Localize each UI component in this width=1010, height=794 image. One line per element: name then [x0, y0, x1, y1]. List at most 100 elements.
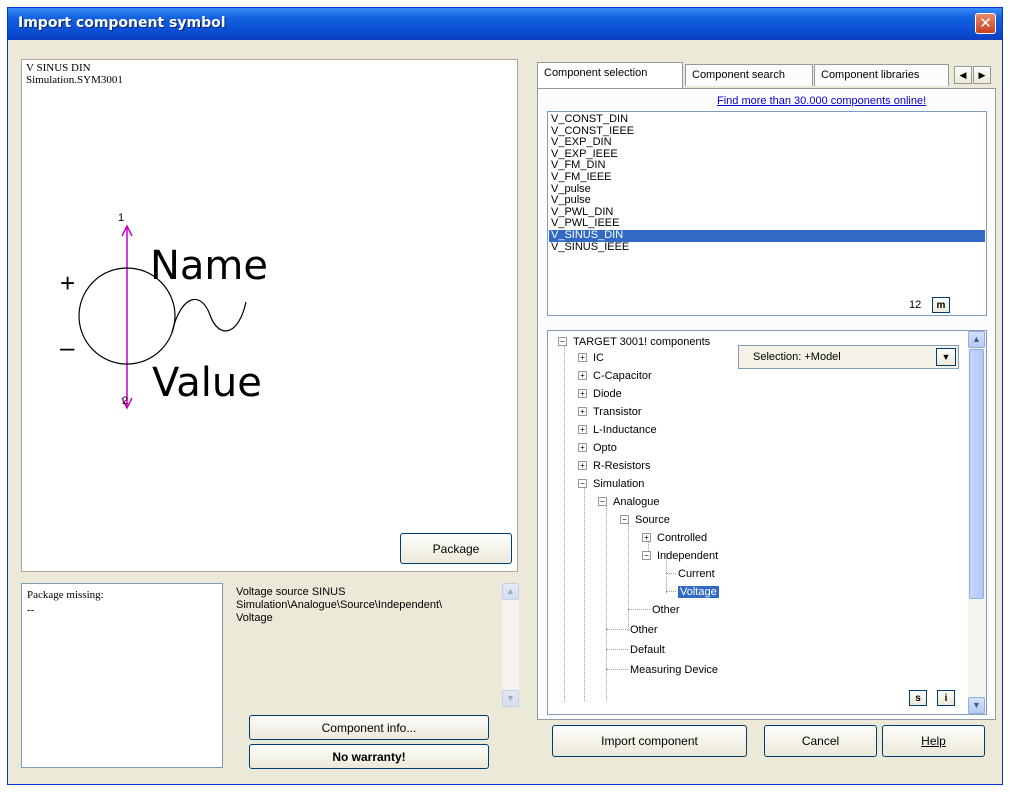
component-list-item[interactable]: V_SINUS_IEEE [549, 241, 985, 254]
tree-node-label: Analogue [613, 496, 660, 508]
component-list-item[interactable]: V_FM_DIN [549, 160, 985, 172]
tree-node[interactable]: Current [678, 567, 715, 581]
expand-icon[interactable]: + [578, 425, 587, 434]
expand-icon[interactable]: + [578, 353, 587, 362]
tree-guide-line [666, 573, 676, 574]
tree-guide-line [628, 517, 629, 631]
close-icon[interactable]: ✕ [975, 13, 996, 34]
tab-scroll-right-icon[interactable]: ▶ [973, 66, 991, 84]
collapse-icon[interactable]: − [642, 551, 651, 560]
selection-combo[interactable]: Selection: +Model ▼ [738, 345, 959, 369]
tree-guide-line [606, 629, 628, 630]
tree-node[interactable]: − Source [620, 513, 670, 527]
tree-node-label: Current [678, 568, 715, 580]
tree-node-label: Diode [593, 388, 622, 400]
collapse-icon[interactable]: − [598, 497, 607, 506]
package-button[interactable]: Package [400, 533, 512, 564]
component-count: 12 [909, 299, 922, 311]
tree-node-label: Controlled [657, 532, 708, 544]
tree-scroll-up-icon[interactable]: ▲ [968, 331, 985, 348]
component-list-item[interactable]: V_CONST_DIN [549, 113, 985, 126]
tree-node[interactable]: Measuring Device [630, 663, 718, 677]
tree-node[interactable]: + Opto [578, 441, 617, 455]
component-list-item[interactable]: V_FM_IEEE [549, 171, 985, 184]
tree-node-label: TARGET 3001! components [573, 336, 711, 348]
scroll-down-icon[interactable]: ▼ [502, 690, 519, 707]
tree-node-label: Default [630, 644, 665, 656]
expand-icon[interactable]: + [578, 461, 587, 470]
combo-dropdown-icon[interactable]: ▼ [936, 348, 956, 366]
tree-node[interactable]: + Transistor [578, 405, 642, 419]
component-list-item[interactable]: V_EXP_IEEE [549, 148, 985, 161]
tree-node[interactable]: + L-Inductance [578, 423, 657, 437]
tree-node-label: Voltage [678, 586, 719, 598]
component-list-item[interactable]: V_pulse [549, 183, 985, 196]
tree-node[interactable]: + R-Resistors [578, 459, 650, 473]
tree-node[interactable]: + Diode [578, 387, 622, 401]
tree-guide-line [666, 591, 676, 592]
tree-node[interactable]: Other [630, 623, 658, 637]
tree-node-label: Independent [657, 550, 719, 562]
tree-node-label: L-Inductance [593, 424, 657, 436]
tree-scrollbar[interactable]: ▲ ▼ [968, 331, 986, 714]
tree-node[interactable]: Voltage [678, 585, 719, 599]
tab-component-libraries[interactable]: Component libraries [814, 64, 949, 86]
tree-node-label: R-Resistors [593, 460, 651, 472]
component-list[interactable]: V_CONST_DIN V_CONST_IEEE V_EXP_DIN V_EXP_IE… [547, 111, 987, 316]
package-missing-label: Package missing: [27, 589, 104, 601]
tab-scroll-left-icon[interactable]: ◀ [954, 66, 972, 84]
tree-s-button[interactable]: s [909, 690, 927, 706]
tree-node-label: IC [593, 352, 604, 364]
description-line1: Voltage source SINUS [236, 586, 346, 598]
tree-node[interactable]: + Controlled [642, 531, 707, 545]
component-list-item[interactable]: V_SINUS_DIN [549, 229, 985, 242]
collapse-icon[interactable]: − [558, 337, 567, 346]
symbol-preview: V SINUS DIN Simulation.SYM3001 1 2 + – N… [21, 59, 518, 572]
scroll-up-icon[interactable]: ▲ [502, 583, 519, 600]
tree-guide-line [606, 669, 628, 670]
tree-node[interactable]: Other [652, 603, 680, 617]
tree-node[interactable]: − Independent [642, 549, 718, 563]
expand-icon[interactable]: + [578, 407, 587, 416]
tree-node[interactable]: + IC [578, 351, 604, 365]
tree-node-label: Other [652, 604, 680, 616]
tree-node-label: Source [635, 514, 670, 526]
pin1-label: 1 [118, 212, 124, 224]
tree-node[interactable]: + C-Capacitor [578, 369, 652, 383]
expand-icon[interactable]: + [578, 371, 587, 380]
tree-i-button[interactable]: i [937, 690, 955, 706]
tree-node-label: Measuring Device [630, 664, 719, 676]
tab-strip: Component selection Component search Com… [537, 62, 1002, 88]
help-button[interactable]: Help [882, 725, 985, 757]
tree-guide-line [628, 609, 650, 610]
cancel-button[interactable]: Cancel [764, 725, 877, 757]
tree-node-label: C-Capacitor [593, 370, 652, 382]
tree-scroll-down-icon[interactable]: ▼ [968, 697, 985, 714]
collapse-icon[interactable]: − [620, 515, 629, 524]
component-info-button[interactable]: Component info... [249, 715, 489, 740]
collapse-icon[interactable]: − [578, 479, 587, 488]
expand-icon[interactable]: + [578, 389, 587, 398]
tab-component-search[interactable]: Component search [685, 64, 813, 86]
category-tree[interactable]: − TARGET 3001! components + IC + C-Capacitor +… [547, 330, 987, 715]
tree-node[interactable]: − Simulation [578, 477, 644, 491]
component-list-item[interactable]: V_pulse [549, 195, 985, 207]
tree-node[interactable]: Default [630, 643, 665, 657]
symbol-name-label: Name [150, 243, 268, 289]
mode-button[interactable]: m [932, 297, 950, 313]
tree-node[interactable]: − TARGET 3001! components [558, 335, 710, 349]
expand-icon[interactable]: + [642, 533, 651, 542]
expand-icon[interactable]: + [578, 443, 587, 452]
plus-sign: + [60, 268, 75, 298]
title-bar[interactable]: Import component symbol ✕ [8, 8, 1002, 40]
tree-scroll-thumb[interactable] [969, 349, 984, 599]
tab-component-selection[interactable]: Component selection [537, 62, 683, 88]
online-link[interactable]: Find more than 30.000 components online! [717, 95, 926, 107]
description-line3: Voltage [236, 612, 273, 624]
tree-node[interactable]: − Analogue [598, 495, 660, 509]
description-scrollbar[interactable]: ▲ ▼ [502, 583, 519, 707]
package-missing-value: -- [27, 604, 35, 616]
voltage-source-symbol: 1 2 + – Name Value [60, 212, 268, 410]
component-list-item[interactable]: V_CONST_IEEE [549, 125, 985, 138]
import-component-button[interactable]: Import component [552, 725, 747, 757]
